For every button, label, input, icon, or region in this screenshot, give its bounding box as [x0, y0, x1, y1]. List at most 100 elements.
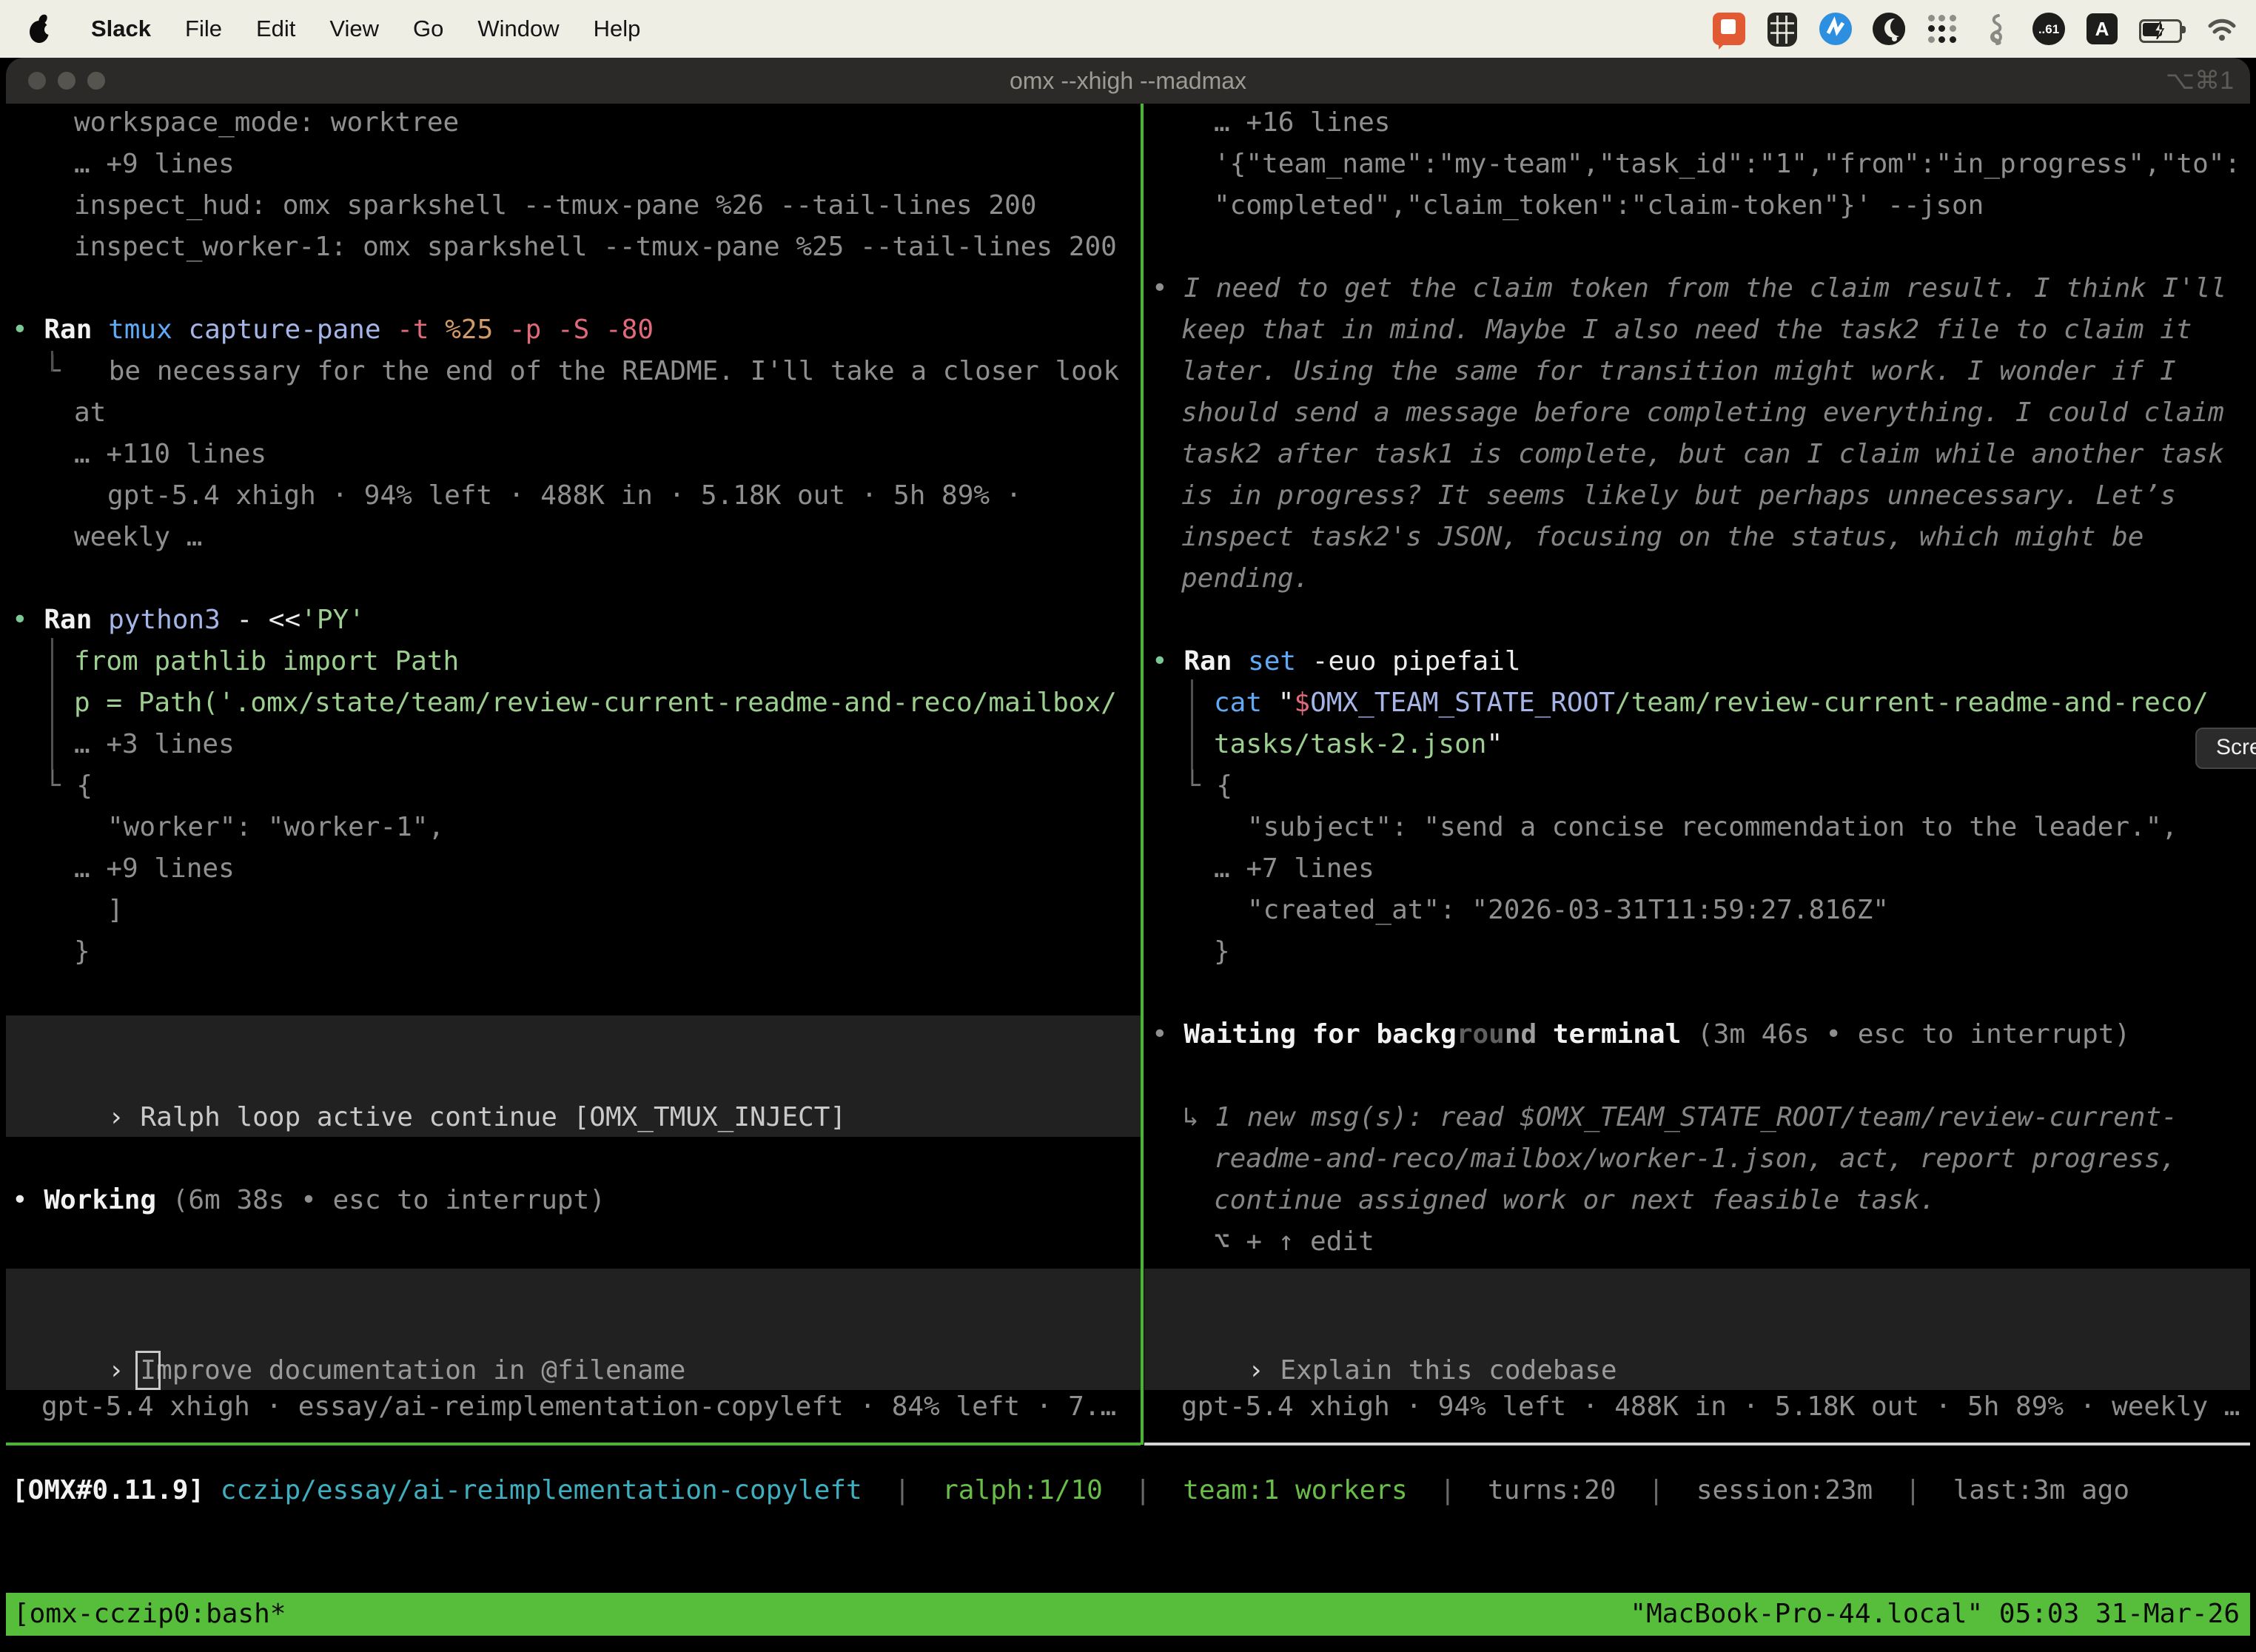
terminal-text-segment: rou	[1457, 1019, 1505, 1050]
terminal-text-segment: from pathlib import Path	[74, 646, 459, 676]
terminal-text-segment: |	[1408, 1475, 1488, 1505]
terminal-line: gpt-5.4 xhigh · essay/ai-reimplementatio…	[41, 1386, 1116, 1428]
terminal-text-segment: python3	[108, 605, 236, 635]
terminal-text-segment: I need to get the claim token from the c…	[1184, 273, 2226, 303]
terminal-text-segment: "created_at": "2026-03-31T11:59:27.816Z"	[1247, 895, 1889, 925]
terminal-text-segment: [OMX#0.11.9]	[12, 1475, 204, 1505]
terminal-text-segment: •	[1152, 646, 1184, 676]
terminal-text-segment: •	[12, 315, 44, 345]
terminal-text-segment: gpt-5.4 xhigh · 94% left · 488K in · 5.1…	[1181, 1391, 2240, 1422]
tmux-pane-divider[interactable]	[1141, 104, 1144, 1445]
blue-badge-icon[interactable]	[1819, 13, 1852, 45]
menu-item-edit[interactable]: Edit	[239, 16, 312, 41]
terminal-line: pending.	[1181, 558, 1309, 600]
terminal-text-segment: weekly …	[74, 522, 202, 552]
menu-item-view[interactable]: View	[312, 16, 396, 41]
terminal-text-segment: 'PY'	[301, 605, 365, 635]
terminal-text-segment: }	[1214, 936, 1230, 967]
terminal-line: ⌥ + ↑ edit	[1214, 1221, 1374, 1263]
terminal-line: "completed","claim_token":"claim-token"}…	[1214, 185, 1984, 226]
omx-status-line: [OMX#0.11.9] cczip/essay/ai-reimplementa…	[12, 1470, 2129, 1511]
terminal-text-segment: at	[74, 397, 106, 428]
terminal-line: └ be necessary for the end of the README…	[44, 351, 1119, 392]
terminal-line: • Waiting for background terminal (3m 46…	[1152, 1014, 2130, 1055]
terminal-text-segment: '{"team_name":"my-team","task_id":"1","f…	[1214, 149, 2240, 179]
terminal-text-segment: (3m 46s • esc to interrupt)	[1681, 1019, 2130, 1050]
terminal-line: inspect_hud: omx sparkshell --tmux-pane …	[74, 185, 1036, 226]
menu-bar: SlackFileEditViewGoWindowHelp	[0, 0, 2256, 58]
chat-app-icon[interactable]	[1713, 13, 1745, 45]
terminal-line: continue assigned work or next feasible …	[1214, 1180, 1936, 1221]
terminal-line: should send a message before completing …	[1181, 392, 2224, 434]
menu-item-go[interactable]: Go	[396, 16, 460, 41]
squiggle-icon[interactable]	[1979, 13, 2012, 45]
terminal-text-segment: … +9 lines	[74, 149, 235, 179]
terminal-text-segment: … +9 lines	[74, 853, 235, 884]
terminal-text-segment: tmux	[108, 315, 188, 345]
terminal-text-segment: |	[1873, 1475, 1953, 1505]
menu-item-window[interactable]: Window	[460, 16, 576, 41]
terminal-line: at	[74, 392, 106, 434]
menu-item-file[interactable]: File	[168, 16, 239, 41]
prompt-input-right[interactable]: › Explain this codebase	[1144, 1269, 2250, 1390]
terminal-text-segment: {	[1216, 770, 1232, 801]
battery-icon[interactable]	[2139, 13, 2185, 45]
terminal-line: gpt-5.4 xhigh · 94% left · 488K in · 5.1…	[107, 475, 1021, 517]
tool-output-connector	[1191, 679, 1193, 770]
terminal-text-segment: pending.	[1181, 563, 1309, 594]
terminal-text-segment: -euo pipefail	[1312, 646, 1521, 676]
terminal-text-segment: |	[1103, 1475, 1183, 1505]
terminal-content: workspace_mode: worktree… +9 linesinspec…	[0, 104, 2256, 1652]
terminal-text-segment: "worker": "worker-1",	[107, 812, 444, 842]
terminal-line: tasks/task-2.json"	[1214, 724, 1503, 765]
terminal-text-segment: Waiting for backg	[1184, 1019, 1456, 1050]
terminal-text-segment: OMX_TEAM_STATE_ROOT	[1310, 688, 1615, 718]
input-source-icon[interactable]: A	[2086, 13, 2118, 45]
terminal-text-segment: tasks/task-2.json	[1214, 729, 1486, 759]
terminal-line: • Ran set -euo pipefail	[1152, 641, 1521, 682]
menu-left: SlackFileEditViewGoWindowHelp	[0, 12, 657, 46]
terminal-line: inspect task2's JSON, focusing on the st…	[1181, 517, 2143, 558]
terminal-text-segment: (6m 38s • esc to interrupt)	[172, 1185, 605, 1215]
terminal-line: readme-and-reco/mailbox/worker-1.json, a…	[1214, 1138, 2176, 1180]
terminal-text-segment: ralph:1/10	[942, 1475, 1103, 1505]
terminal-line: }	[1214, 931, 1230, 973]
prompt-input-left[interactable]: › Improve documentation in @filename	[6, 1269, 1141, 1390]
crescent-circle-icon[interactable]	[1873, 13, 1905, 45]
ralph-loop-banner: › Ralph loop active continue [OMX_TMUX_I…	[6, 1015, 1141, 1137]
grid-shield-icon[interactable]	[1766, 13, 1799, 45]
prompt-chevron-icon: ›	[108, 1355, 140, 1386]
prompt-chevron-icon: ›	[1248, 1355, 1280, 1386]
menu-item-slack[interactable]: Slack	[74, 16, 168, 41]
terminal-text-segment: •	[12, 1185, 44, 1215]
terminal-text-segment: inspect_worker-1: omx sparkshell --tmux-…	[74, 232, 1117, 262]
terminal-line: keep that in mind. Maybe I also need the…	[1181, 309, 2192, 351]
terminal-text-segment: "	[1278, 688, 1295, 718]
count-badge-icon[interactable]: ..61	[2032, 13, 2065, 45]
terminal-line: from pathlib import Path	[74, 641, 459, 682]
terminal-line: … +9 lines	[74, 144, 235, 185]
terminal-line: "created_at": "2026-03-31T11:59:27.816Z"	[1247, 890, 1889, 931]
terminal-text-segment: task2 after task1 is complete, but can I…	[1181, 439, 2224, 469]
dots-grid-icon[interactable]	[1926, 13, 1958, 45]
terminal-text-segment: be necessary for the end of the README. …	[109, 356, 1119, 386]
menu-items: SlackFileEditViewGoWindowHelp	[74, 16, 657, 42]
terminal-line: • I need to get the claim token from the…	[1152, 268, 2226, 309]
terminal-text-segment: 1 new msg(s): read $OMX_TEAM_STATE_ROOT/…	[1215, 1102, 2177, 1132]
terminal-text-segment: … +110 lines	[74, 439, 266, 469]
terminal-text-segment: set	[1248, 646, 1312, 676]
terminal-line: … +9 lines	[74, 848, 235, 890]
wifi-icon[interactable]	[2206, 13, 2238, 45]
tmux-session-name: [omx-cczip0:bash*	[13, 1593, 286, 1636]
terminal-text-segment: is in progress? It seems likely but perh…	[1181, 480, 2176, 511]
apple-menu-icon[interactable]	[25, 12, 55, 46]
terminal-text-segment: turns:20	[1488, 1475, 1616, 1505]
terminal-text-segment: cat	[1214, 688, 1278, 718]
terminal-text-segment: inspect_hud: omx sparkshell --tmux-pane …	[74, 190, 1036, 221]
terminal-line: • Ran tmux capture-pane -t %25 -p -S -80	[12, 309, 654, 351]
terminal-text-segment: … +3 lines	[74, 729, 235, 759]
terminal-text-segment: Working	[44, 1185, 172, 1215]
menu-item-help[interactable]: Help	[577, 16, 658, 41]
terminal-line: '{"team_name":"my-team","task_id":"1","f…	[1214, 144, 2240, 185]
terminal-text-segment: "	[1486, 729, 1503, 759]
